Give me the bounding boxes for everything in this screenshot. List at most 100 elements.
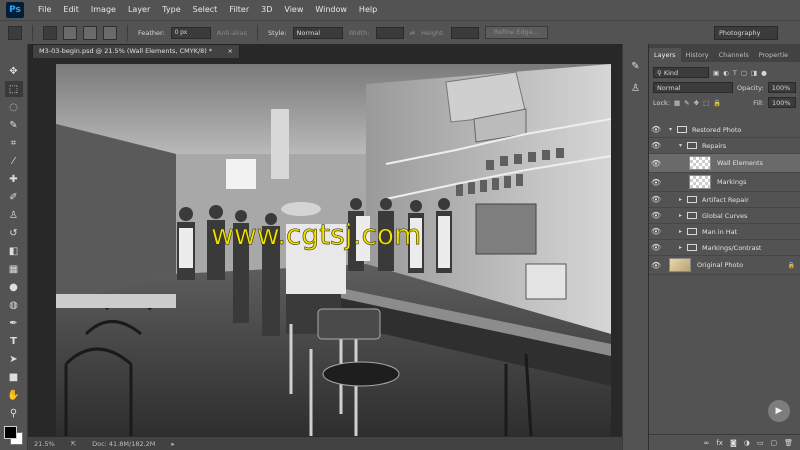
- refine-edge-button[interactable]: Refine Edge...: [484, 26, 548, 39]
- visibility-eye-icon[interactable]: 👁: [649, 125, 663, 134]
- workspace-select[interactable]: Photography: [714, 26, 778, 40]
- dodge-tool-icon[interactable]: ◍: [5, 297, 23, 313]
- chevron-right-icon[interactable]: ▸: [679, 212, 687, 219]
- zoom-level[interactable]: 21.5%: [34, 440, 55, 448]
- visibility-eye-icon[interactable]: 👁: [649, 261, 663, 270]
- lock-pixels-icon[interactable]: ▦: [674, 99, 680, 107]
- layer-row[interactable]: 👁 Wall Elements: [649, 154, 800, 173]
- zoom-tool-icon[interactable]: ⚲: [5, 405, 23, 421]
- menu-filter[interactable]: Filter: [223, 0, 255, 20]
- doc-size[interactable]: Doc: 41.8M/182.2M: [92, 440, 155, 448]
- layer-row[interactable]: 👁 ▸ Artifact Repair: [649, 192, 800, 208]
- swap-icon[interactable]: ⇄: [410, 29, 415, 37]
- gradient-tool-icon[interactable]: ▦: [5, 261, 23, 277]
- menu-edit[interactable]: Edit: [57, 0, 85, 20]
- lock-all-icon[interactable]: 🔒: [713, 99, 721, 107]
- chevron-down-icon[interactable]: ▾: [679, 142, 687, 149]
- new-layer-icon[interactable]: ▢: [770, 439, 777, 447]
- antialias-label[interactable]: Anti-alias: [217, 29, 247, 37]
- layer-row[interactable]: 👁 ▾ Restored Photo: [649, 122, 800, 138]
- menu-image[interactable]: Image: [85, 0, 122, 20]
- height-input[interactable]: [450, 26, 479, 39]
- eyedropper-tool-icon[interactable]: ⁄: [5, 153, 23, 169]
- history-brush-tool-icon[interactable]: ↺: [5, 225, 23, 241]
- visibility-eye-icon[interactable]: 👁: [649, 178, 663, 187]
- color-swatches[interactable]: [3, 426, 24, 446]
- chevron-right-icon[interactable]: ▸: [679, 228, 687, 235]
- visibility-eye-icon[interactable]: 👁: [649, 243, 663, 252]
- filter-toggle-icon[interactable]: ●: [761, 69, 767, 77]
- tab-channels[interactable]: Channels: [714, 48, 754, 62]
- healing-brush-tool-icon[interactable]: ✚: [5, 171, 23, 187]
- chevron-right-icon[interactable]: ▸: [679, 196, 687, 203]
- foreground-color-swatch[interactable]: [3, 426, 17, 439]
- tab-layers[interactable]: Layers: [649, 48, 681, 62]
- layer-row[interactable]: 👁 ▸ Man in Hat: [649, 224, 800, 240]
- menu-view[interactable]: View: [278, 0, 309, 20]
- pixel-filter-icon[interactable]: ▣: [713, 69, 719, 77]
- shape-tool-icon[interactable]: ■: [5, 369, 23, 385]
- eraser-tool-icon[interactable]: ◧: [5, 243, 23, 259]
- fill-input[interactable]: 100%: [768, 97, 796, 108]
- layer-row[interactable]: 👁 ▸ Markings/Contrast: [649, 240, 800, 256]
- type-filter-icon[interactable]: T: [733, 69, 737, 77]
- visibility-eye-icon[interactable]: 👁: [649, 159, 663, 168]
- chevron-right-icon[interactable]: ▸: [679, 244, 687, 251]
- menu-window[interactable]: Window: [309, 0, 353, 20]
- layer-row[interactable]: 👁 ▾ Repairs: [649, 138, 800, 154]
- layer-row[interactable]: 👁 Original Photo 🔒: [649, 256, 800, 275]
- lasso-tool-icon[interactable]: ◌: [5, 99, 23, 115]
- menu-select[interactable]: Select: [187, 0, 224, 20]
- tab-propertie[interactable]: Propertie: [754, 48, 793, 62]
- menu-3d[interactable]: 3D: [255, 0, 278, 20]
- lock-artboard-icon[interactable]: ⬚: [703, 99, 709, 107]
- share-icon[interactable]: ⇱: [71, 440, 76, 448]
- pen-tool-icon[interactable]: ✒: [5, 315, 23, 331]
- smart-filter-icon[interactable]: ◨: [751, 69, 757, 77]
- adjustment-filter-icon[interactable]: ◐: [723, 69, 729, 77]
- document-tab[interactable]: M3-03-begin.psd @ 21.5% (Wall Elements, …: [32, 44, 240, 58]
- adjustment-layer-icon[interactable]: ◑: [744, 439, 750, 447]
- add-mask-icon[interactable]: ◙: [730, 439, 737, 447]
- chevron-right-icon[interactable]: ▸: [171, 440, 174, 448]
- delete-layer-icon[interactable]: 🗑: [784, 439, 793, 447]
- blur-tool-icon[interactable]: ●: [5, 279, 23, 295]
- brush-tool-icon[interactable]: ✐: [5, 189, 23, 205]
- menu-layer[interactable]: Layer: [122, 0, 156, 20]
- close-icon[interactable]: ×: [228, 47, 233, 56]
- new-group-icon[interactable]: ▭: [757, 439, 764, 447]
- add-selection-icon[interactable]: [63, 25, 77, 40]
- hand-tool-icon[interactable]: ✋: [5, 387, 23, 403]
- visibility-eye-icon[interactable]: 👁: [649, 195, 663, 204]
- chevron-down-icon[interactable]: ▾: [669, 126, 677, 133]
- quick-select-tool-icon[interactable]: ✎: [5, 117, 23, 133]
- image-canvas[interactable]: www.cgtsj.com: [56, 64, 611, 436]
- clone-stamp-tool-icon[interactable]: ♙: [5, 207, 23, 223]
- marquee-tool-icon[interactable]: ⬚: [4, 81, 23, 97]
- opacity-input[interactable]: 100%: [767, 82, 796, 93]
- brush-presets-icon[interactable]: ✎: [628, 58, 644, 74]
- blend-mode-select[interactable]: Normal: [653, 82, 733, 93]
- visibility-eye-icon[interactable]: 👁: [649, 211, 663, 220]
- menu-type[interactable]: Type: [156, 0, 186, 20]
- visibility-eye-icon[interactable]: 👁: [649, 141, 663, 150]
- layer-row[interactable]: 👁 Markings: [649, 173, 800, 192]
- kind-filter-select[interactable]: ⚲ Kind: [653, 67, 709, 78]
- layer-row[interactable]: 👁 ▸ Global Curves: [649, 208, 800, 224]
- move-tool-icon[interactable]: ✥: [5, 63, 23, 79]
- tab-history[interactable]: History: [681, 48, 714, 62]
- menu-help[interactable]: Help: [353, 0, 383, 20]
- lock-move-icon[interactable]: ✥: [694, 99, 699, 107]
- subtract-selection-icon[interactable]: [83, 25, 97, 40]
- lock-paint-icon[interactable]: ✎: [684, 99, 689, 107]
- crop-tool-icon[interactable]: ⌗: [5, 135, 23, 151]
- menu-file[interactable]: File: [32, 0, 57, 20]
- path-select-tool-icon[interactable]: ➤: [5, 351, 23, 367]
- new-selection-icon[interactable]: [43, 25, 57, 40]
- marquee-preset-icon[interactable]: [8, 25, 22, 40]
- play-icon[interactable]: ▶: [768, 400, 790, 422]
- type-tool-icon[interactable]: T: [5, 333, 23, 349]
- feather-input[interactable]: [170, 26, 211, 39]
- link-layers-icon[interactable]: ∞: [704, 439, 710, 447]
- visibility-eye-icon[interactable]: 👁: [649, 227, 663, 236]
